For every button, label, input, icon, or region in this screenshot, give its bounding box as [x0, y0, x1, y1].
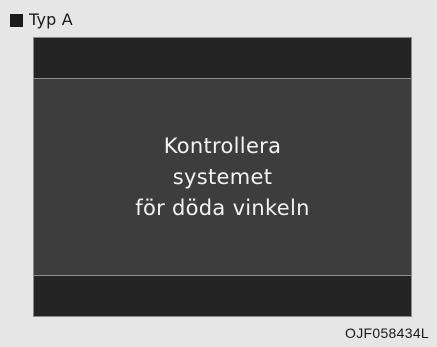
message-line-1: Kontrollera — [163, 133, 282, 158]
section-header: Typ A — [10, 9, 73, 31]
message-line-3: för döda vinkeln — [135, 195, 310, 220]
page: Typ A Kontrollera systemet för döda vink… — [0, 0, 437, 347]
section-label: Typ A — [29, 10, 73, 29]
figure-code: OJF058434L — [345, 325, 429, 341]
display-top-band — [34, 38, 411, 79]
warning-message: Kontrollera systemet för döda vinkeln — [34, 79, 411, 275]
display-bottom-band — [34, 275, 411, 316]
cluster-display: Kontrollera systemet för döda vinkeln — [33, 37, 412, 317]
black-square-icon — [10, 13, 23, 27]
message-line-2: systemet — [172, 164, 273, 189]
